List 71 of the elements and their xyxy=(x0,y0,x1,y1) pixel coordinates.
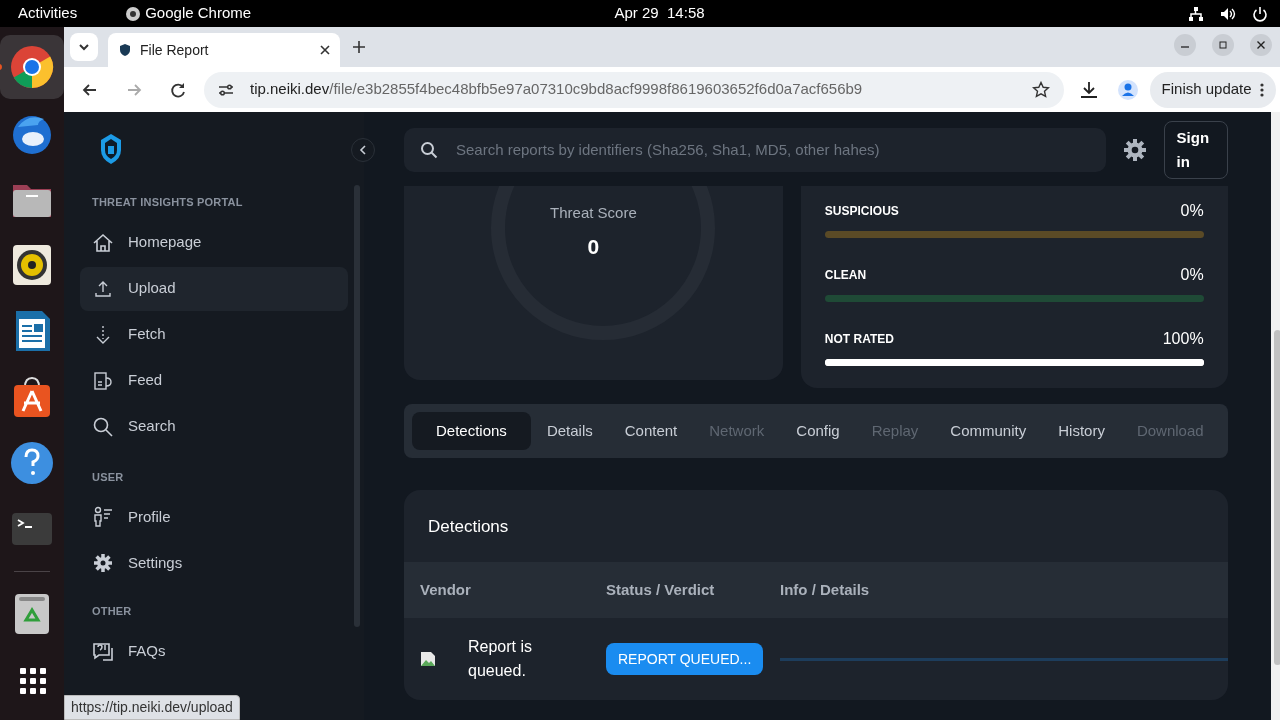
app-name[interactable]: Google Chrome xyxy=(145,2,252,25)
page-scrollbar[interactable] xyxy=(1270,112,1280,720)
sidebar-item[interactable]: FAQs xyxy=(80,629,348,674)
rating-percent: 0% xyxy=(1180,201,1204,221)
power-icon xyxy=(1252,5,1268,22)
faq-icon xyxy=(92,640,114,663)
profile-icon xyxy=(92,506,114,528)
browser-icon xyxy=(125,5,142,22)
sidebar-item[interactable]: Upload xyxy=(80,266,348,311)
close-icon[interactable] xyxy=(1249,34,1272,56)
star-icon[interactable] xyxy=(1031,80,1050,99)
sidebar-item[interactable]: Settings xyxy=(80,541,348,585)
url-text: tip.neiki.dev/file/e3b2855f4bec48bfb5e97a07310c9bd8acf9998f8619603652f6d0a7acf656b9 xyxy=(250,79,864,100)
tab[interactable]: History xyxy=(1042,412,1121,450)
minimize-icon[interactable] xyxy=(1173,34,1196,56)
sidebar-item[interactable]: Profile xyxy=(80,495,348,539)
network-icon xyxy=(1188,5,1204,22)
more-icon xyxy=(1259,81,1264,98)
sidebar-item[interactable]: Homepage xyxy=(80,220,348,265)
search-bar[interactable]: Search reports by identifiers (Sha256, Sha1, MD5, other hahes) xyxy=(404,128,1106,172)
address-bar[interactable]: tip.neiki.dev/file/e3b2855f4bec48bfb5e97a07310c9bd8acf9998f8619603652f6d0a7acf656b9 xyxy=(204,71,1064,108)
clock[interactable]: Apr 29 14:58 xyxy=(614,2,825,25)
settings-icon[interactable] xyxy=(1121,137,1148,163)
sidebar-item[interactable]: Feed xyxy=(80,358,348,403)
update-button[interactable]: Finish update xyxy=(1149,71,1276,108)
chevron-down-icon xyxy=(78,41,90,53)
search-input[interactable]: Search reports by identifiers (Sha256, Sha1, MD5, other hahes) xyxy=(454,137,1090,163)
close-icon[interactable] xyxy=(320,45,330,55)
tab[interactable]: Content xyxy=(608,412,694,450)
sign-in-button[interactable]: Sign in xyxy=(1163,121,1228,179)
column-header: Status / Verdict xyxy=(605,579,715,600)
tab-list-button[interactable] xyxy=(70,33,98,61)
section-heading: OTHER xyxy=(91,604,132,619)
collapse-button[interactable] xyxy=(351,138,375,162)
shield-icon xyxy=(118,43,132,57)
tab[interactable]: Config xyxy=(780,412,856,450)
sidebar-item[interactable]: Search xyxy=(80,404,348,449)
broken-image-icon xyxy=(420,651,436,667)
rating-percent: 100% xyxy=(1162,329,1204,349)
score-label: Threat Score xyxy=(550,203,637,223)
status-tooltip: https://tip.neiki.dev/upload xyxy=(64,695,240,720)
chevron-left-icon xyxy=(359,145,367,155)
rating-percent: 0% xyxy=(1180,265,1204,285)
column-header: Info / Details xyxy=(779,579,870,600)
help-icon[interactable] xyxy=(10,441,54,485)
column-header: Vendor xyxy=(419,579,471,600)
home-icon xyxy=(92,231,114,254)
browser-icon[interactable] xyxy=(10,45,54,89)
speaker-icon[interactable] xyxy=(10,243,54,287)
score-value: 0 xyxy=(587,233,600,260)
search-icon xyxy=(420,141,438,159)
section-heading: USER xyxy=(91,469,124,485)
restore-icon[interactable] xyxy=(1211,34,1234,56)
vendor-text: Report is queued. xyxy=(468,637,534,681)
rating-label: NOT RATED xyxy=(824,331,894,348)
new-tab-icon[interactable] xyxy=(352,40,366,54)
tab-title: File Report xyxy=(140,40,210,60)
rating-label: CLEAN xyxy=(824,267,867,284)
sidebar-item[interactable]: Fetch xyxy=(80,312,348,357)
tab[interactable]: Details xyxy=(530,412,609,450)
activities-button[interactable]: Activities xyxy=(18,2,78,25)
browser-tab[interactable]: File Report xyxy=(108,33,340,67)
section-heading: THREAT INSIGHTS PORTAL xyxy=(91,195,243,210)
search-icon xyxy=(92,415,114,438)
feed-icon xyxy=(92,369,114,392)
settings-icon xyxy=(92,552,114,574)
tab[interactable]: Community xyxy=(934,412,1043,450)
tab[interactable]: Detections xyxy=(412,412,531,450)
section-title: Detections xyxy=(427,516,510,538)
site-settings-icon[interactable] xyxy=(218,81,234,98)
rating-label: SUSPICIOUS xyxy=(824,203,899,220)
